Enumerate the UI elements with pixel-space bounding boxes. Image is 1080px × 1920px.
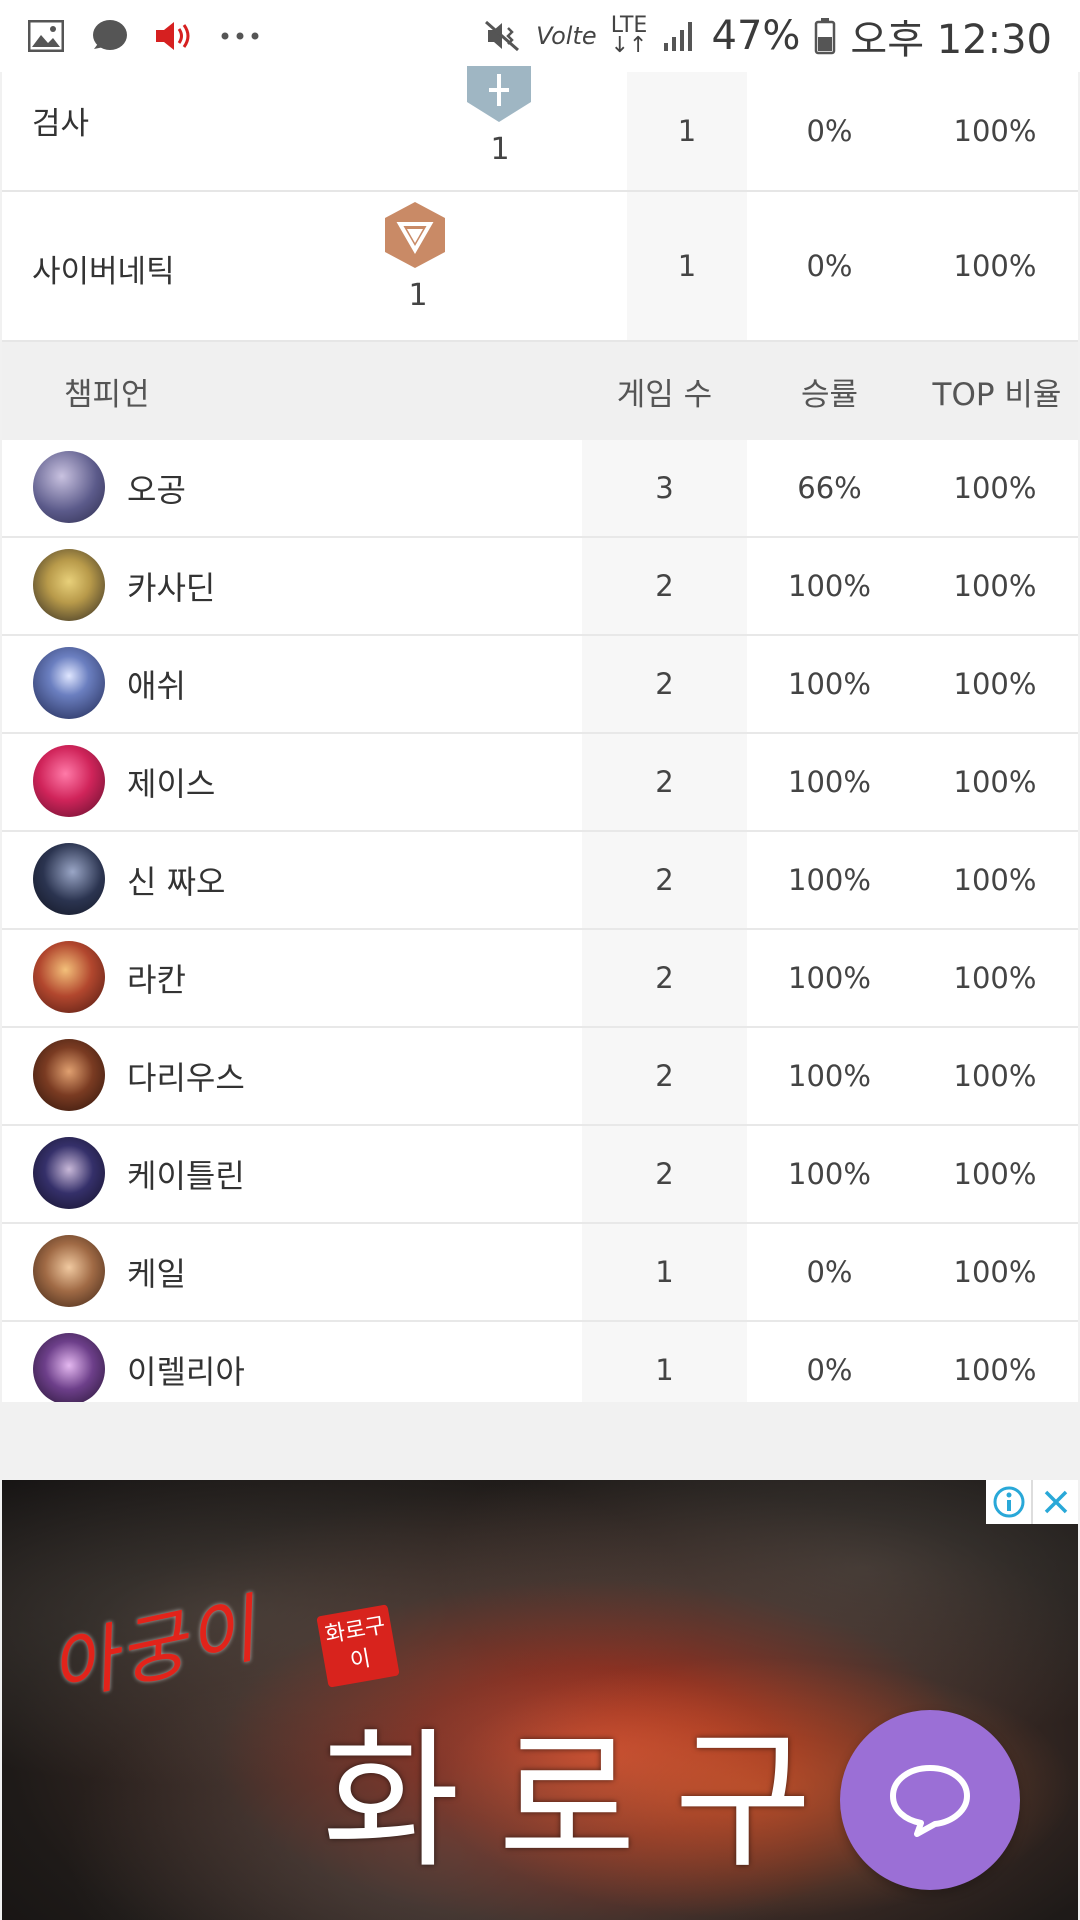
header-winrate[interactable]: 승률 bbox=[747, 342, 912, 440]
champion-avatar bbox=[33, 1137, 105, 1209]
champion-name: 카사딘 bbox=[127, 569, 216, 607]
champion-games: 2 bbox=[582, 1028, 747, 1124]
trait-name: 검사 bbox=[32, 106, 90, 142]
champion-winrate: 66% bbox=[797, 471, 862, 505]
clock: 오후 12:30 bbox=[850, 17, 1052, 63]
champion-avatar bbox=[33, 647, 105, 719]
champion-avatar bbox=[33, 843, 105, 915]
more-dots-icon bbox=[220, 31, 260, 41]
champion-winrate: 0% bbox=[806, 1255, 853, 1289]
trait-winrate: 0% bbox=[806, 114, 853, 148]
trait-row[interactable]: 검사 1 1 0% 100% bbox=[2, 66, 1078, 192]
champion-games: 2 bbox=[582, 538, 747, 634]
champion-list: 오공 3 66% 100% 카사딘 2 100% 100% 애쉬 2 100% … bbox=[2, 440, 1078, 1420]
champion-name: 애쉬 bbox=[127, 667, 186, 705]
ad-controls bbox=[986, 1480, 1078, 1524]
champion-row[interactable]: 카사딘 2 100% 100% bbox=[2, 538, 1078, 636]
champion-row[interactable]: 제이스 2 100% 100% bbox=[2, 734, 1078, 832]
trait-top-rate: 100% bbox=[953, 114, 1037, 148]
champion-row[interactable]: 라칸 2 100% 100% bbox=[2, 930, 1078, 1028]
speaker-icon bbox=[154, 19, 194, 53]
lte-arrows-icon: ↓↑ bbox=[610, 33, 648, 58]
champion-avatar bbox=[33, 941, 105, 1013]
info-icon[interactable] bbox=[986, 1480, 1031, 1524]
trait-games: 1 bbox=[627, 72, 747, 190]
battery-percent: 47% bbox=[711, 13, 801, 59]
champion-name: 제이스 bbox=[127, 765, 216, 803]
champion-winrate: 100% bbox=[788, 765, 871, 799]
mute-vibrate-icon bbox=[482, 18, 522, 54]
trait-name: 사이버네틱 bbox=[32, 254, 175, 290]
close-icon[interactable] bbox=[1031, 1480, 1078, 1524]
sword-badge-icon bbox=[467, 66, 531, 122]
trait-badge-count: 1 bbox=[490, 132, 510, 167]
champion-winrate: 100% bbox=[788, 961, 871, 995]
champion-winrate: 100% bbox=[788, 1157, 871, 1191]
champion-avatar bbox=[33, 1235, 105, 1307]
status-bar: Volte LTE ↓↑ 47% 오후 12:30 bbox=[0, 0, 1080, 72]
section-gap bbox=[0, 1402, 1080, 1480]
champion-games: 1 bbox=[582, 1224, 747, 1320]
champion-top-rate: 100% bbox=[953, 765, 1037, 799]
chat-bubble-icon bbox=[890, 1765, 970, 1837]
champion-games: 2 bbox=[582, 734, 747, 830]
battery-icon bbox=[814, 17, 836, 55]
cybernetic-badge-icon bbox=[385, 202, 445, 268]
champion-name: 라칸 bbox=[127, 961, 186, 999]
champion-top-rate: 100% bbox=[953, 863, 1037, 897]
champion-avatar bbox=[33, 451, 105, 523]
champion-games: 2 bbox=[582, 1126, 747, 1222]
champion-top-rate: 100% bbox=[953, 1157, 1037, 1191]
chat-bubble-icon bbox=[90, 19, 128, 53]
champion-top-rate: 100% bbox=[953, 1059, 1037, 1093]
champion-games: 2 bbox=[582, 832, 747, 928]
chat-button[interactable] bbox=[840, 1710, 1020, 1890]
signal-icon bbox=[662, 19, 698, 53]
champion-name: 신 짜오 bbox=[127, 863, 226, 901]
champion-row[interactable]: 신 짜오 2 100% 100% bbox=[2, 832, 1078, 930]
ad-title: 화로구 bbox=[322, 1715, 851, 1889]
champion-avatar bbox=[33, 745, 105, 817]
champion-top-rate: 100% bbox=[953, 667, 1037, 701]
champion-row[interactable]: 케이틀린 2 100% 100% bbox=[2, 1126, 1078, 1224]
champion-name: 케일 bbox=[127, 1255, 186, 1293]
header-champion[interactable]: 챔피언 bbox=[64, 342, 150, 440]
champion-top-rate: 100% bbox=[953, 569, 1037, 603]
champion-row[interactable]: 애쉬 2 100% 100% bbox=[2, 636, 1078, 734]
champion-row[interactable]: 오공 3 66% 100% bbox=[2, 440, 1078, 538]
trait-winrate: 0% bbox=[806, 249, 853, 283]
trait-row[interactable]: 사이버네틱 1 1 0% 100% bbox=[2, 192, 1078, 342]
champion-avatar bbox=[33, 549, 105, 621]
champion-winrate: 100% bbox=[788, 569, 871, 603]
champion-name: 다리우스 bbox=[127, 1059, 245, 1097]
champion-games: 3 bbox=[582, 440, 747, 536]
stats-table: 검사 1 1 0% 100% 사이버네틱 1 1 0% 100% 챔피언 게임 … bbox=[2, 66, 1078, 1420]
champion-top-rate: 100% bbox=[953, 1255, 1037, 1289]
volte-label: Volte bbox=[536, 22, 597, 50]
ad-seal: 화로구이 bbox=[316, 1604, 400, 1688]
trait-badge-count: 1 bbox=[408, 278, 428, 313]
champion-name: 오공 bbox=[127, 471, 186, 509]
champion-games: 2 bbox=[582, 930, 747, 1026]
header-games[interactable]: 게임 수 bbox=[582, 342, 747, 440]
champion-winrate: 100% bbox=[788, 1059, 871, 1093]
champion-winrate: 100% bbox=[788, 667, 871, 701]
header-top-rate[interactable]: TOP 비율 bbox=[912, 342, 1080, 440]
champion-name: 케이틀린 bbox=[127, 1157, 245, 1195]
champion-winrate: 100% bbox=[788, 863, 871, 897]
trait-games: 1 bbox=[627, 192, 747, 340]
lte-indicator: LTE ↓↑ bbox=[610, 15, 648, 58]
champion-top-rate: 100% bbox=[953, 471, 1037, 505]
champion-row[interactable]: 케일 1 0% 100% bbox=[2, 1224, 1078, 1322]
champion-avatar bbox=[33, 1039, 105, 1111]
gallery-icon bbox=[28, 20, 64, 52]
champion-row[interactable]: 다리우스 2 100% 100% bbox=[2, 1028, 1078, 1126]
champion-games: 2 bbox=[582, 636, 747, 732]
champion-avatar bbox=[33, 1333, 105, 1405]
champion-top-rate: 100% bbox=[953, 961, 1037, 995]
champion-table-header: 챔피언 게임 수 승률 TOP 비율 bbox=[2, 342, 1078, 440]
trait-top-rate: 100% bbox=[953, 249, 1037, 283]
